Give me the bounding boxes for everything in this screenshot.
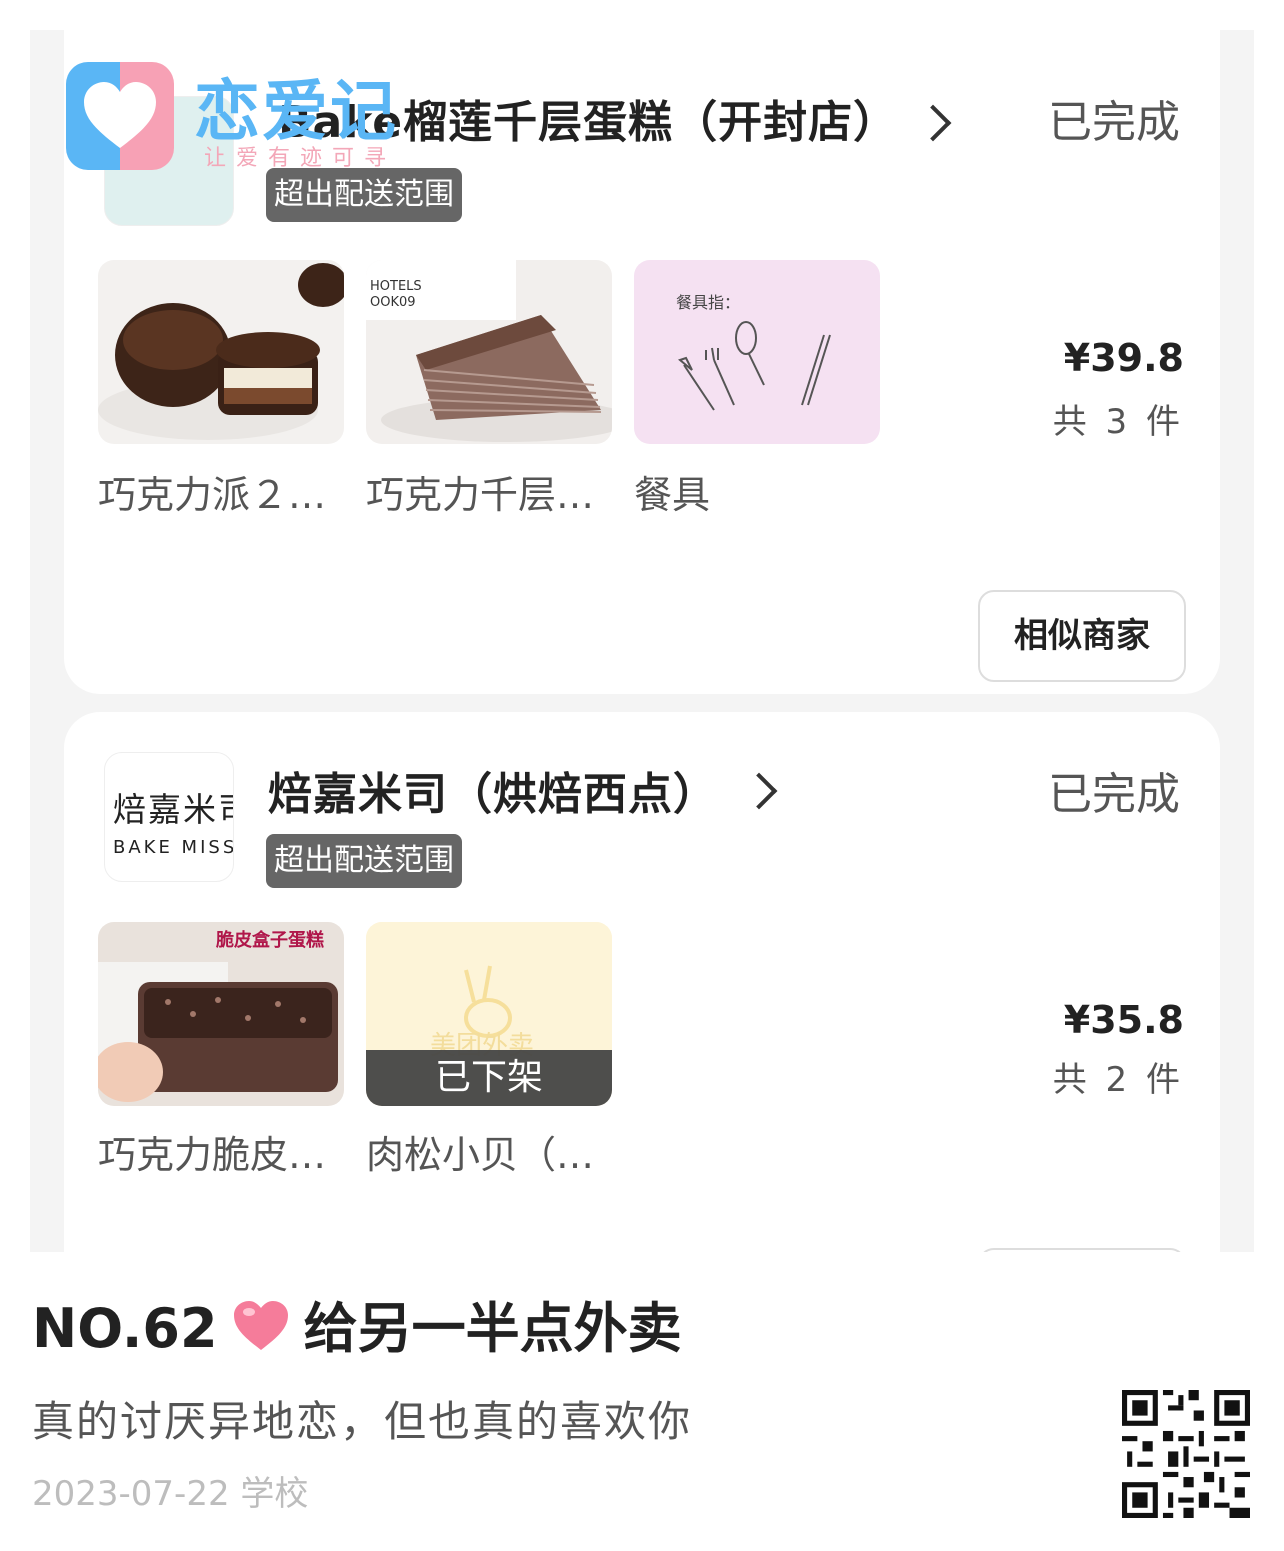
chevron-right-icon[interactable]: [914, 104, 952, 142]
similar-shops-button[interactable]: [978, 1248, 1186, 1252]
out-of-range-badge: 超出配送范围: [266, 834, 462, 888]
order-status: 已完成: [1048, 769, 1180, 820]
box-cake-photo: 脆皮盒子蛋糕: [98, 922, 344, 1106]
app-logo-icon: [66, 62, 174, 170]
product-image[interactable]: 美团外卖 已下架: [366, 922, 612, 1106]
shop-name[interactable]: 焙嘉米司（烘焙西点）: [268, 758, 718, 822]
svg-text:OOK09: OOK09: [370, 295, 416, 310]
similar-shops-button[interactable]: 相似商家: [978, 590, 1186, 682]
product-name[interactable]: 肉松小贝（…: [366, 1124, 612, 1179]
product-image[interactable]: HOTELS OOK09: [366, 260, 612, 444]
delisted-overlay: 已下架: [366, 1050, 612, 1106]
app-logo-tagline: 让爱有迹可寻: [204, 146, 397, 171]
shop-logo[interactable]: 焙嘉米司 BAKE MISS: [104, 752, 234, 882]
logo-text-cn: 焙嘉米司: [113, 790, 233, 829]
qr-code[interactable]: [1122, 1390, 1250, 1518]
order-status: 已完成: [1048, 97, 1180, 148]
product-name[interactable]: 餐具: [634, 464, 880, 519]
logo-text-en: BAKE MISS: [113, 837, 234, 858]
item-count: 共 2 件: [1052, 1060, 1184, 1100]
order-card[interactable]: 焙嘉米司 BAKE MISS 焙嘉米司（烘焙西点） 已完成 超出配送范围 脆皮盒…: [64, 712, 1220, 1252]
cutlery-photo: 餐具指：: [634, 260, 880, 444]
out-of-range-badge: 超出配送范围: [266, 168, 462, 222]
heart-icon: [232, 1300, 290, 1365]
svg-text:脆皮盒子蛋糕: 脆皮盒子蛋糕: [215, 929, 324, 951]
item-count: 共 3 件: [1052, 402, 1184, 442]
chevron-right-icon[interactable]: [740, 772, 778, 810]
product-image[interactable]: 餐具指：: [634, 260, 880, 444]
chocolate-pie-photo: [98, 260, 344, 444]
post-title-text: 给另一半点外卖: [303, 1297, 682, 1360]
post-date-location: 2023-07-22 学校: [32, 1474, 309, 1514]
svg-text:HOTELS: HOTELS: [370, 279, 422, 294]
post-number: NO.62: [32, 1297, 218, 1360]
order-screenshot: Bake榴莲千层蛋糕（开封店） 已完成 超出配送范围 巧克力派２… HOTELS…: [30, 30, 1254, 1252]
product-name[interactable]: 巧克力脆皮…: [98, 1124, 344, 1179]
order-price: ¥39.8: [1063, 336, 1184, 380]
order-price: ¥35.8: [1063, 998, 1184, 1042]
product-name[interactable]: 巧克力派２…: [98, 464, 344, 519]
product-name[interactable]: 巧克力千层…: [366, 464, 612, 519]
svg-text:餐具指：: 餐具指：: [676, 293, 740, 312]
post-title: NO.62 给另一半点外卖: [32, 1284, 682, 1365]
post-text: 真的讨厌异地恋，但也真的喜欢你: [32, 1397, 693, 1446]
crepe-cake-photo: HOTELS OOK09: [366, 260, 612, 444]
product-image[interactable]: 脆皮盒子蛋糕: [98, 922, 344, 1106]
product-image[interactable]: [98, 260, 344, 444]
